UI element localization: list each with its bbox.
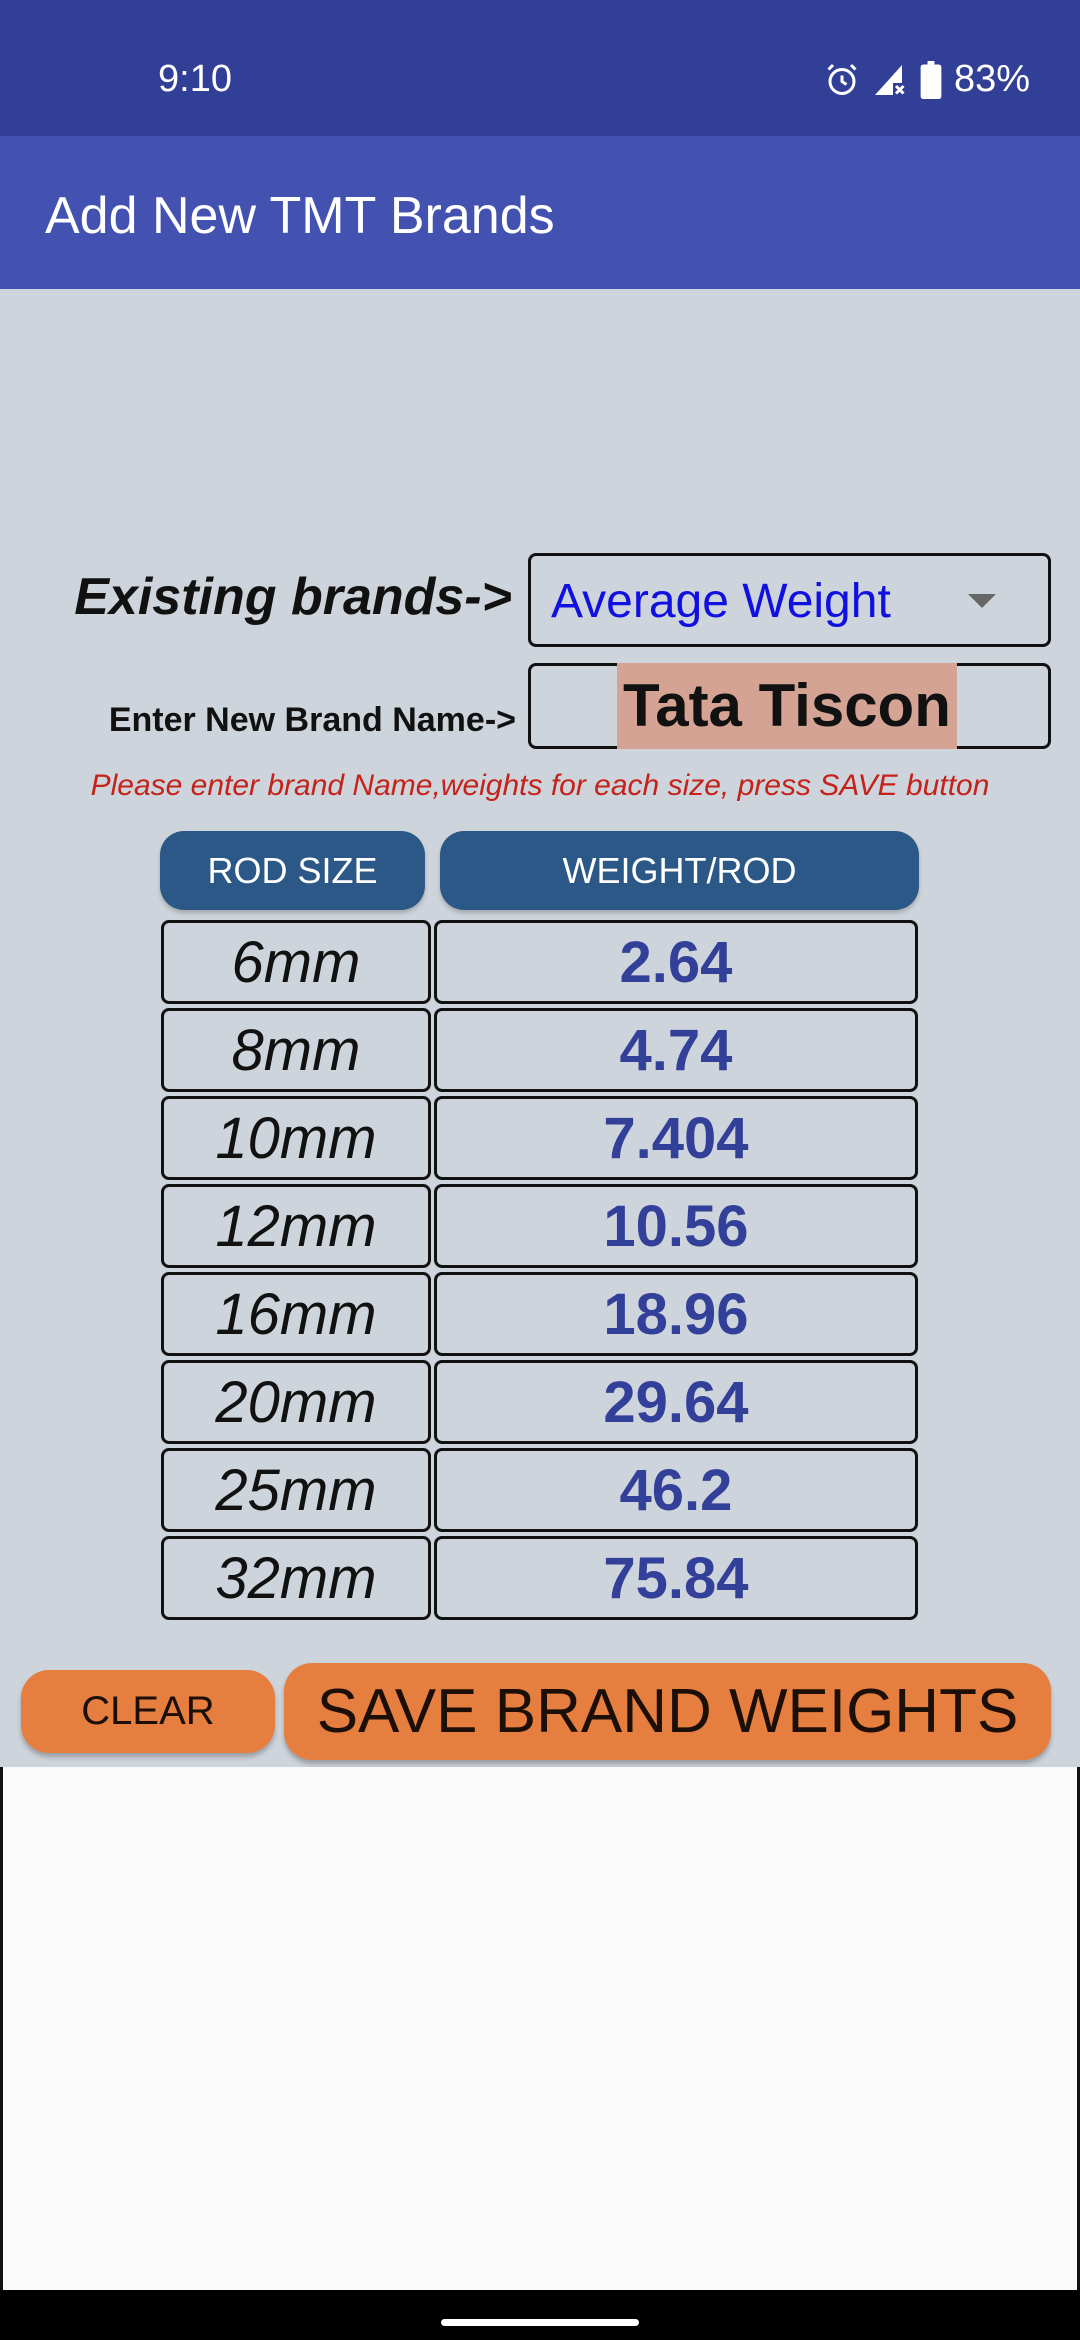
rod-size-cell: 16mm xyxy=(161,1272,431,1356)
brand-name-label: Enter New Brand Name-> xyxy=(108,701,516,739)
existing-brands-label: Existing brands-> xyxy=(74,568,512,626)
weight-input[interactable]: 4.74 xyxy=(434,1008,918,1092)
brand-name-input[interactable]: Tata Tiscon xyxy=(528,663,1051,749)
weight-input[interactable]: 18.96 xyxy=(434,1272,918,1356)
rod-size-cell: 12mm xyxy=(161,1184,431,1268)
weight-input[interactable]: 7.404 xyxy=(434,1096,918,1180)
weight-input[interactable]: 29.64 xyxy=(434,1360,918,1444)
rod-size-cell: 10mm xyxy=(161,1096,431,1180)
battery-percent: 83% xyxy=(953,58,1030,100)
navigation-bar xyxy=(0,2290,1080,2340)
rod-size-cell: 6mm xyxy=(161,920,431,1004)
signal-off-icon xyxy=(874,64,905,95)
weight-input[interactable]: 2.64 xyxy=(434,920,918,1004)
dropdown-selected-value: Average Weight xyxy=(551,575,891,628)
status-bar: 9:10 83% xyxy=(0,0,1080,136)
rod-size-cell: 20mm xyxy=(161,1360,431,1444)
brand-name-value: Tata Tiscon xyxy=(617,663,957,749)
instruction-text: Please enter brand Name,weights for each… xyxy=(90,769,990,802)
alarm-icon xyxy=(827,63,857,95)
app-bar: Add New TMT Brands xyxy=(0,136,1080,289)
status-icons: 83% xyxy=(824,58,1030,101)
rod-size-cell: 32mm xyxy=(161,1536,431,1620)
content-area: Existing brands-> Average Weight Enter N… xyxy=(0,289,1080,1767)
save-brand-weights-button[interactable]: SAVE BRAND WEIGHTS xyxy=(284,1663,1051,1760)
status-time: 9:10 xyxy=(158,58,232,100)
weight-input[interactable]: 10.56 xyxy=(434,1184,918,1268)
weight-input[interactable]: 46.2 xyxy=(434,1448,918,1532)
dropdown-arrow-icon xyxy=(968,594,996,608)
rod-size-header: ROD SIZE xyxy=(160,831,425,910)
battery-icon xyxy=(920,60,942,99)
empty-area xyxy=(0,1767,1080,2290)
rod-size-cell: 25mm xyxy=(161,1448,431,1532)
weight-input[interactable]: 75.84 xyxy=(434,1536,918,1620)
home-handle[interactable] xyxy=(441,2319,639,2326)
rod-size-cell: 8mm xyxy=(161,1008,431,1092)
existing-brands-dropdown[interactable]: Average Weight xyxy=(528,553,1051,647)
weight-per-rod-header: WEIGHT/ROD xyxy=(440,831,919,910)
clear-button[interactable]: CLEAR xyxy=(21,1670,275,1753)
page-title: Add New TMT Brands xyxy=(45,187,555,245)
